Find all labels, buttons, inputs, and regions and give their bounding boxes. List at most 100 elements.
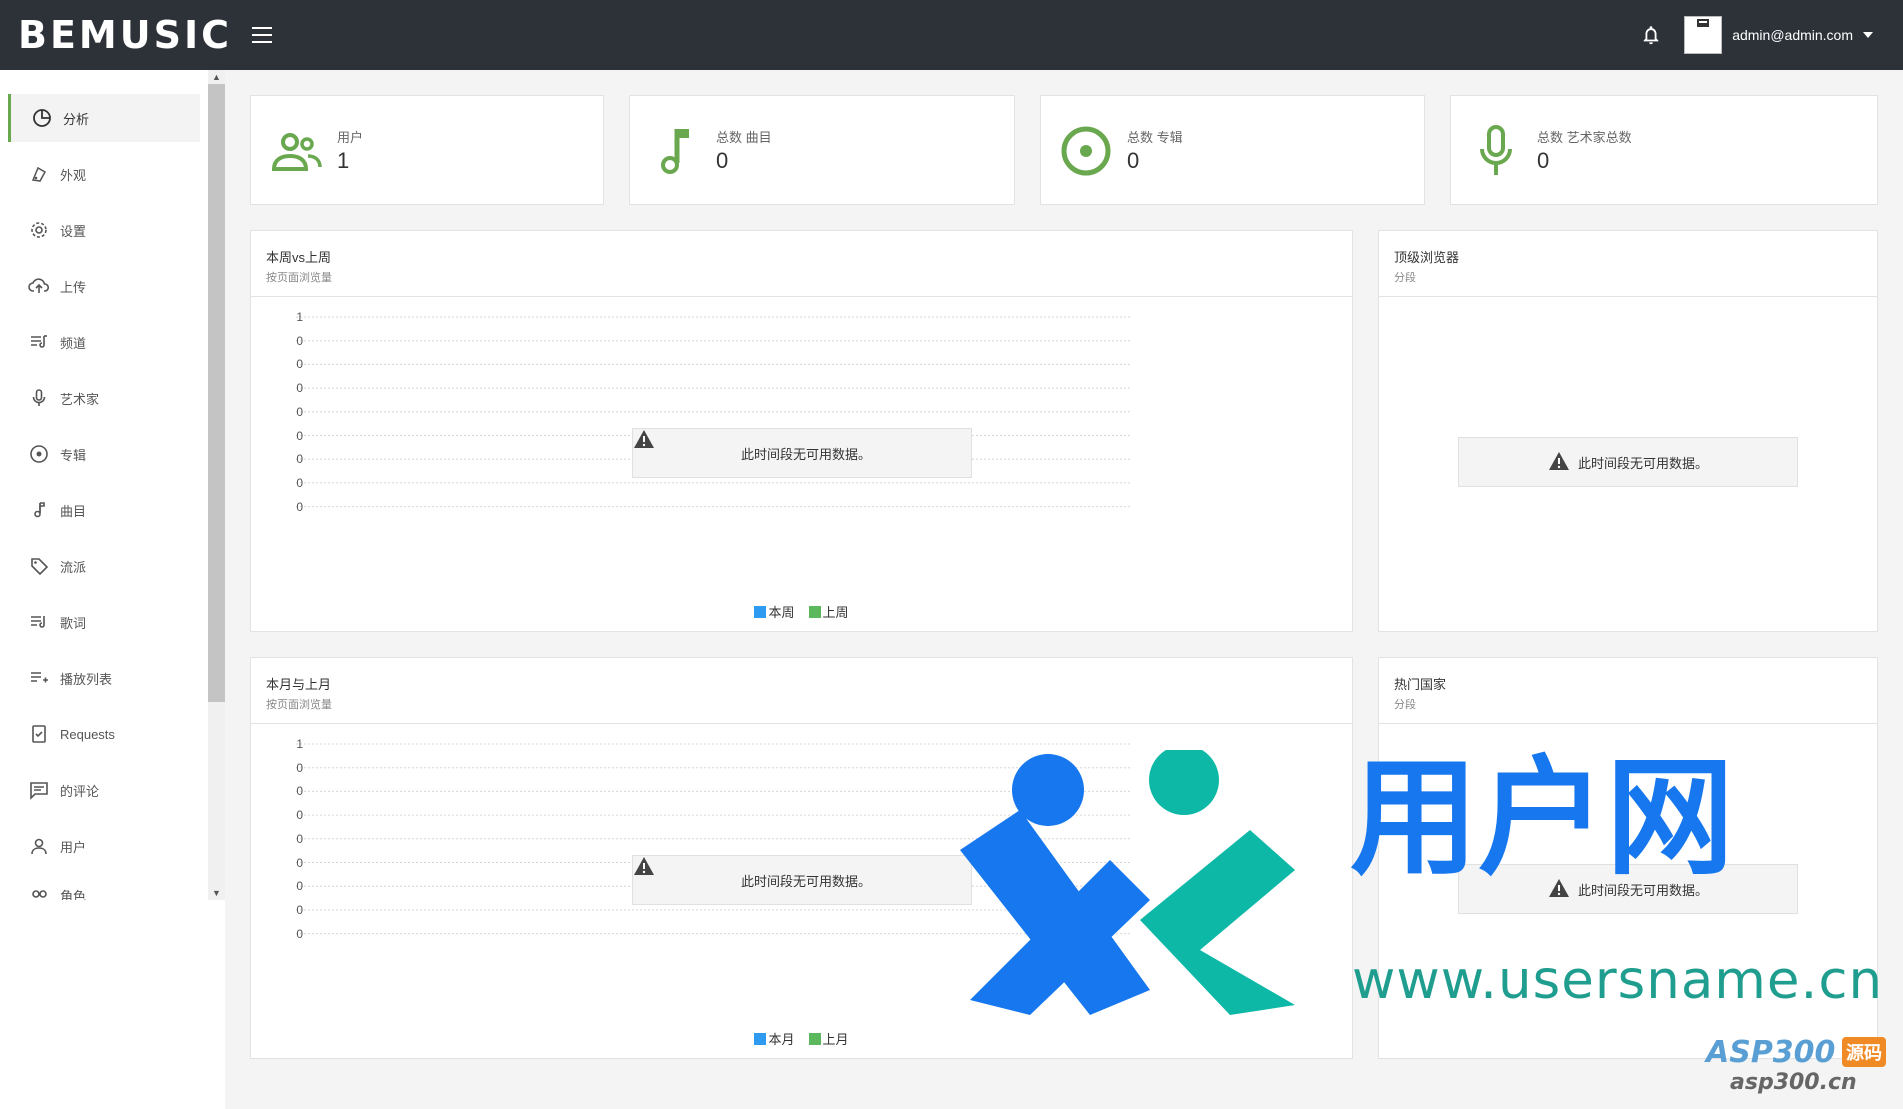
y-tick-label: 0 — [296, 333, 303, 348]
stat-value: 0 — [716, 148, 729, 173]
top-navbar: BEMUSIC admin@admin.com — [0, 0, 1903, 70]
scroll-up-icon[interactable]: ▲ — [208, 70, 225, 84]
sidebar-item-users[interactable]: 用户 — [8, 822, 200, 870]
mic-icon — [28, 387, 50, 409]
sidebar-item-analytics[interactable]: 分析 — [8, 94, 200, 142]
warning-icon — [1548, 878, 1570, 901]
sidebar-item-lyrics[interactable]: 歌词 — [8, 598, 200, 646]
user-email: admin@admin.com — [1732, 27, 1853, 43]
no-data-text: 此时间段无可用数据。 — [740, 873, 871, 889]
user-menu[interactable]: admin@admin.com — [1684, 16, 1873, 54]
sidebar-scrollbar[interactable]: ▲ ▼ — [208, 70, 225, 900]
chart-panel-weekly: 本周vs上周 按页面浏览量 此时间段无可用数据。 本周 上周 1 0 0 0 0 0 0 0 0 — [250, 230, 1353, 632]
no-data-notice: 此时间段无可用数据。 — [632, 855, 972, 905]
person-icon — [28, 835, 50, 857]
no-data-notice: 此时间段无可用数据。 — [632, 428, 972, 478]
sidebar-item-requests[interactable]: Requests — [8, 710, 200, 758]
tag-icon — [28, 555, 50, 577]
playlist-icon — [28, 667, 50, 689]
y-tick-label: 0 — [296, 926, 303, 941]
album-icon — [1059, 124, 1113, 178]
chart-legend: 本月 上月 — [251, 1029, 1352, 1048]
y-tick-label: 0 — [296, 428, 303, 443]
sidebar-item-channels[interactable]: 频道 — [8, 318, 200, 366]
sidebar-item-comments[interactable]: 的评论 — [8, 766, 200, 814]
panel-subtitle: 按页面浏览量 — [266, 272, 332, 284]
sidebar-item-appearance[interactable]: 外观 — [8, 150, 200, 198]
sidebar-item-label: 歌词 — [60, 615, 87, 631]
panel-subtitle: 按页面浏览量 — [266, 699, 332, 711]
y-tick-label: 0 — [296, 879, 303, 894]
line-chart: 此时间段无可用数据。 本周 上周 1 0 0 0 0 0 0 0 0 — [251, 297, 1352, 631]
y-tick-label: 0 — [296, 381, 303, 396]
stat-card-tracks: 总数 曲目 0 — [629, 95, 1015, 205]
panel-title: 本周vs上周 — [266, 250, 332, 265]
warning-icon — [1548, 451, 1570, 474]
sidebar-item-label: 设置 — [60, 223, 87, 239]
legend-item[interactable]: 本月 — [754, 1029, 795, 1048]
y-tick-label: 0 — [296, 475, 303, 490]
stat-label: 用户 — [337, 130, 364, 145]
menu-toggle-icon[interactable] — [252, 27, 272, 43]
cloud-upload-icon — [28, 275, 50, 297]
sidebar-item-playlists[interactable]: 播放列表 — [8, 654, 200, 702]
y-tick-label: 0 — [296, 902, 303, 917]
sidebar-item-label: 外观 — [60, 167, 87, 183]
sidebar-item-tracks[interactable]: 曲目 — [8, 486, 200, 534]
chart-panel-monthly: 本月与上月 按页面浏览量 此时间段无可用数据。 本月 上月 1 0 0 0 0 0 0 0 0 — [250, 657, 1353, 1059]
request-icon — [28, 723, 50, 745]
y-tick-label: 0 — [296, 784, 303, 799]
y-tick-label: 0 — [296, 404, 303, 419]
sidebar-item-label: 流派 — [60, 559, 87, 575]
y-tick-label: 0 — [296, 357, 303, 372]
sidebar-item-label: 艺术家 — [60, 391, 100, 407]
queue-music-icon — [28, 331, 50, 353]
sidebar-item-label: 分析 — [63, 111, 90, 127]
sidebar-item-label: 角色 — [60, 889, 87, 900]
panel-title: 本月与上月 — [266, 677, 332, 692]
legend-item[interactable]: 上周 — [808, 602, 849, 621]
mic-icon — [1469, 124, 1523, 178]
sidebar-item-settings[interactable]: 设置 — [8, 206, 200, 254]
sidebar-item-albums[interactable]: 专辑 — [8, 430, 200, 478]
music-note-icon — [648, 124, 702, 178]
sidebar-item-label: 上传 — [60, 279, 87, 295]
legend-item[interactable]: 上月 — [808, 1029, 849, 1048]
stat-card-artists: 总数 艺术家总数 0 — [1450, 95, 1878, 205]
sidebar-item-roles[interactable]: 角色 — [8, 878, 200, 900]
avatar — [1684, 16, 1723, 54]
stat-value: 0 — [1127, 148, 1140, 173]
watermark-badge-url: asp300.cn — [1730, 1070, 1857, 1095]
sidebar-item-upload[interactable]: 上传 — [8, 262, 200, 310]
chart-panel-countries: 热门国家 分段 此时间段无可用数据。 — [1378, 657, 1878, 1059]
sidebar: 分析 外观 设置 上传 频道 艺术家 专辑 曲目 流派 歌词 播放列表 Requ… — [0, 70, 225, 1109]
y-tick-label: 0 — [296, 452, 303, 467]
notification-bell-icon[interactable] — [1640, 24, 1662, 46]
sidebar-item-label: 频道 — [60, 335, 87, 351]
scroll-down-icon[interactable]: ▼ — [208, 886, 225, 900]
y-tick-label: 0 — [296, 808, 303, 823]
pie-chart-icon — [31, 107, 53, 129]
no-data-text: 此时间段无可用数据。 — [740, 446, 871, 462]
roles-icon — [28, 886, 50, 900]
stat-label: 总数 专辑 — [1127, 130, 1183, 145]
legend-item[interactable]: 本周 — [754, 602, 795, 621]
gear-icon — [28, 219, 50, 241]
no-data-notice: 此时间段无可用数据。 — [1458, 864, 1798, 914]
no-data-text: 此时间段无可用数据。 — [1577, 882, 1708, 898]
sidebar-item-label: 播放列表 — [60, 671, 113, 687]
panel-subtitle: 分段 — [1394, 272, 1416, 284]
app-logo[interactable]: BEMUSIC — [18, 13, 232, 57]
y-tick-label: 0 — [296, 855, 303, 870]
stat-value: 0 — [1537, 148, 1550, 173]
sidebar-item-label: 曲目 — [60, 503, 87, 519]
stat-card-users: 用户 1 — [250, 95, 604, 205]
sidebar-item-label: Requests — [60, 726, 115, 742]
chart-legend: 本周 上周 — [251, 602, 1352, 621]
scrollbar-thumb[interactable] — [208, 84, 225, 702]
y-tick-label: 1 — [296, 737, 303, 751]
sidebar-item-genres[interactable]: 流派 — [8, 542, 200, 590]
sidebar-item-artists[interactable]: 艺术家 — [8, 374, 200, 422]
palette-icon — [28, 163, 50, 185]
chevron-down-icon — [1863, 32, 1873, 38]
